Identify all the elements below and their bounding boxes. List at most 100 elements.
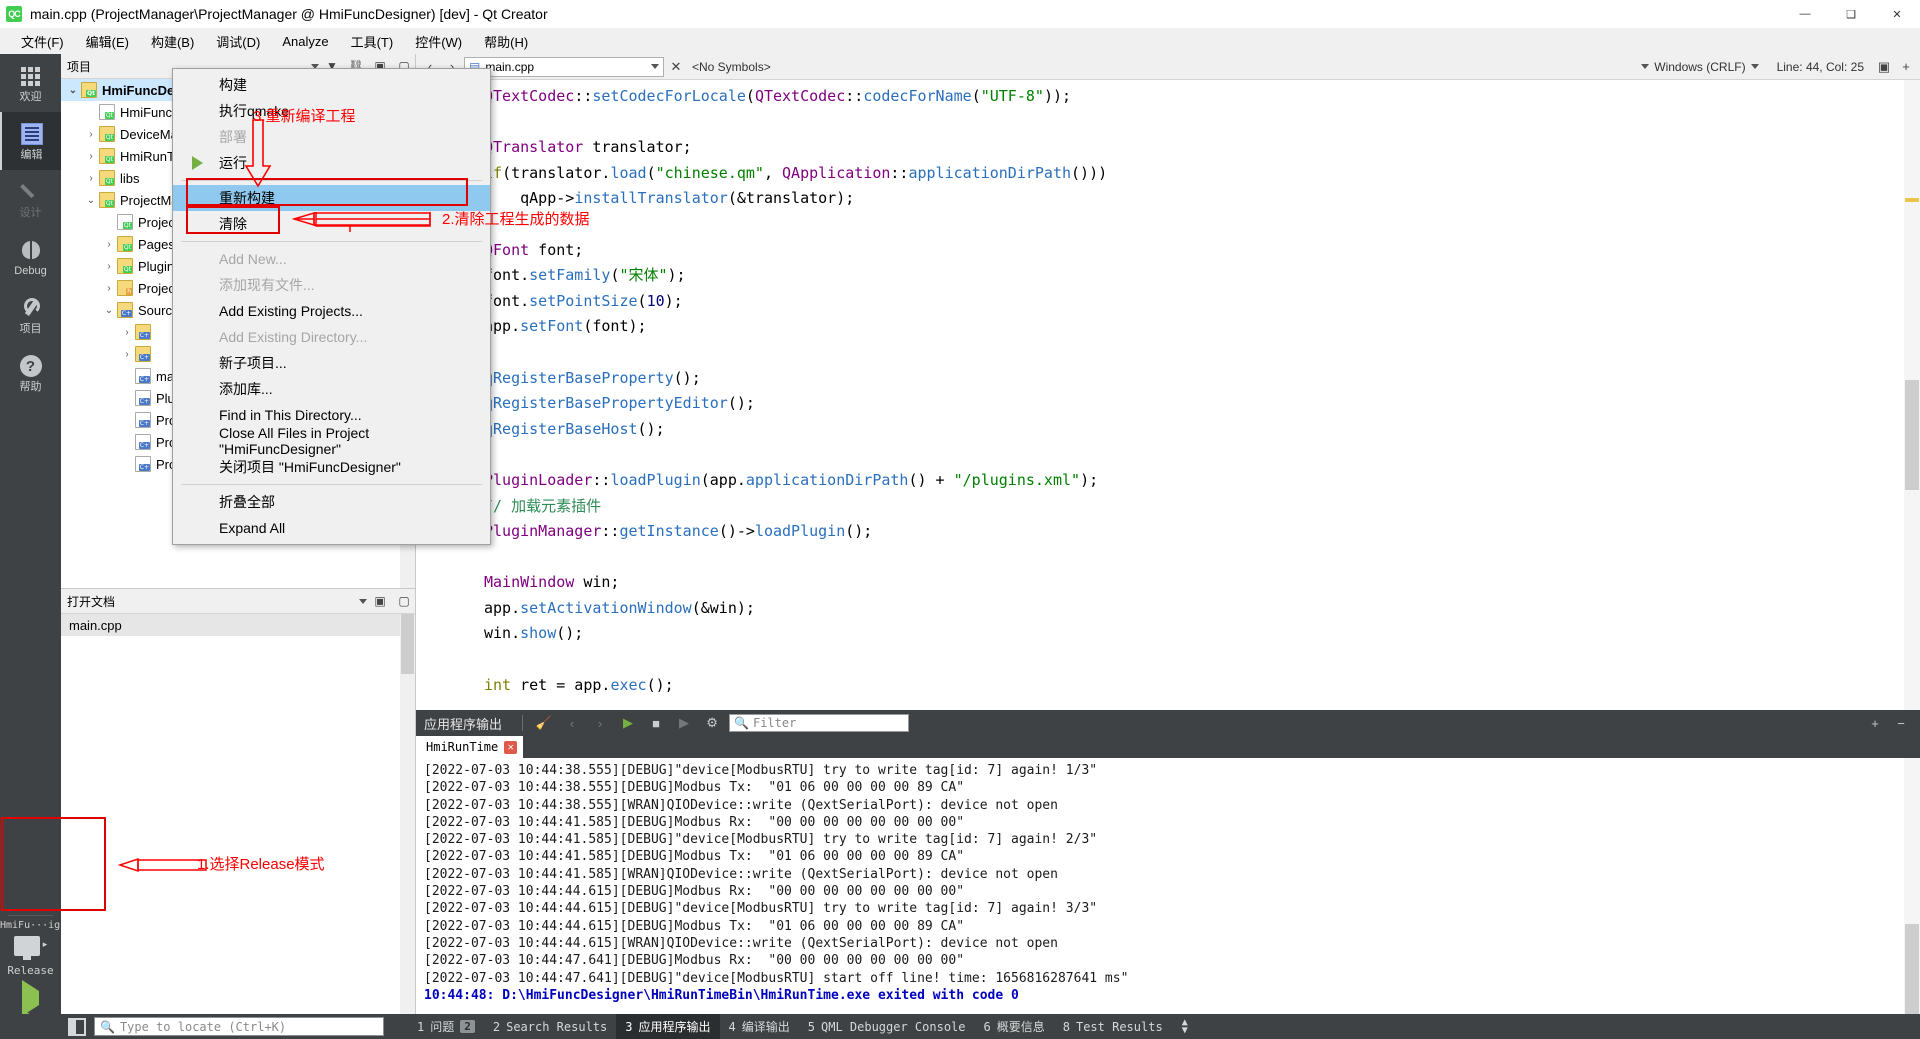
mode-design-label: 设计 [19, 207, 42, 219]
scrollbar-thumb[interactable] [1905, 380, 1919, 490]
open-documents-vscrollbar[interactable] [400, 614, 415, 1015]
stop-icon[interactable]: ■ [645, 712, 667, 734]
minimize-button[interactable]: — [1782, 0, 1828, 28]
code-token: loadPlugin [610, 470, 701, 489]
code-line: font.setFamily("宋体"); [484, 263, 1900, 289]
status-pane-button[interactable]: 8 Test Results [1054, 1016, 1172, 1038]
code-token: (font); [583, 317, 647, 336]
menu-7[interactable]: 控件(W) [404, 28, 473, 55]
context-menu-item[interactable]: Expand All [173, 515, 490, 541]
context-menu-item[interactable]: 关闭项目 "HmiFuncDesigner" [173, 454, 490, 480]
context-menu-item[interactable]: Close All Files in Project "HmiFuncDesig… [173, 425, 490, 457]
prev-icon[interactable]: ‹ [561, 712, 583, 734]
minimize-output-button[interactable]: − [1890, 712, 1912, 734]
line-ending-combo[interactable]: Windows (CRLF) [1633, 60, 1766, 74]
menu-6[interactable]: 工具(T) [340, 28, 405, 55]
open-document-label: main.cpp [69, 617, 122, 633]
line-column-indicator[interactable]: Line: 44, Col: 25 [1769, 60, 1872, 74]
editor-vscrollbar[interactable] [1904, 80, 1920, 710]
menu-2[interactable]: 编辑(E) [75, 28, 140, 55]
status-pane-button[interactable]: 6 概要信息 [975, 1014, 1054, 1039]
chevron-down-icon[interactable] [359, 598, 367, 604]
mode-debug[interactable]: Debug [0, 228, 61, 286]
context-menu-item-label: Add Existing Directory... [219, 329, 368, 345]
status-pane-button[interactable]: 5 QML Debugger Console [799, 1016, 975, 1038]
open-documents-list[interactable]: main.cpp [61, 614, 401, 636]
run-icon[interactable]: ▶ [617, 712, 639, 734]
mode-design[interactable]: 设计 [0, 170, 61, 228]
context-menu-item[interactable]: Add Existing Projects... [173, 298, 490, 324]
code-line: if(translator.load("chinese.qm", QApplic… [484, 161, 1900, 187]
split-icon[interactable]: ▣ [369, 591, 391, 612]
maximize-output-button[interactable]: + [1864, 712, 1886, 734]
chevron-down-icon[interactable]: ⌄ [83, 195, 99, 206]
chevron-right-icon[interactable]: › [101, 283, 117, 294]
folder-icon: Qt [99, 192, 115, 208]
project-context-menu[interactable]: 构建 执行qmake 部署 运行 重新构建 清除 Add New... 添加现有文件... Ad… [172, 68, 491, 545]
menu-8[interactable]: 帮助(H) [473, 28, 539, 55]
context-menu-item[interactable]: 添加库... [173, 376, 490, 402]
code-token: ); [667, 266, 686, 285]
kit-target-row[interactable]: ▸ [13, 931, 47, 960]
output-log-line: [2022-07-03 10:44:47.641][DEBUG]"device[… [424, 970, 1129, 986]
mode-edit[interactable]: 编辑 [0, 112, 61, 170]
scrollbar-thumb[interactable] [401, 614, 414, 674]
symbol-combo[interactable]: <No Symbols> [688, 56, 1632, 77]
code-editor[interactable]: 474849505152535455 QTextCodec::setCodecF… [416, 80, 1920, 710]
chevron-right-icon[interactable]: › [83, 173, 99, 184]
maximize-button[interactable]: ❑ [1828, 0, 1874, 28]
status-pane-button[interactable]: 1 问题 2 [408, 1014, 484, 1039]
output-log-line: [2022-07-03 10:44:41.585][WRAN]QIODevice… [424, 866, 1058, 882]
chevron-right-icon[interactable]: › [119, 349, 135, 360]
output-log[interactable]: [2022-07-03 10:44:38.555][DEBUG]"device[… [416, 758, 1920, 1014]
close-icon[interactable]: ▢ [393, 591, 415, 612]
context-menu-item[interactable]: 折叠全部 [173, 489, 490, 515]
context-menu-item-label: 新子项目... [219, 355, 287, 371]
status-pane-button[interactable]: 3 应用程序输出 [616, 1014, 720, 1039]
scrollbar-thumb[interactable] [1905, 924, 1919, 1014]
clear-icon[interactable]: 🧹 [533, 712, 555, 734]
menu-5[interactable]: Analyze [271, 30, 339, 53]
chevron-down-icon[interactable]: ⌄ [65, 85, 81, 96]
context-menu-item[interactable]: 新子项目... [173, 350, 490, 376]
output-pane-updown-icon[interactable]: ▲ ▼ [1182, 1017, 1188, 1035]
chevron-down-icon[interactable] [1641, 64, 1650, 69]
chevron-down-icon[interactable]: ⌄ [101, 305, 117, 316]
locator-input[interactable]: 🔍 Type to locate (Ctrl+K) [94, 1017, 384, 1036]
search-icon: 🔍 [100, 1019, 115, 1034]
output-filter-box[interactable]: 🔍 Filter [729, 714, 910, 732]
chevron-down-icon[interactable] [1750, 64, 1759, 69]
chevron-right-icon[interactable]: › [101, 261, 117, 272]
toggle-sidebar-button[interactable] [68, 1017, 86, 1036]
context-menu-item[interactable]: 运行 [173, 150, 490, 176]
close-button[interactable]: ✕ [1874, 0, 1920, 28]
status-pane-button[interactable]: 2 Search Results [484, 1016, 616, 1038]
open-file-combo[interactable]: ▤ main.cpp [464, 56, 664, 77]
output-vscrollbar[interactable] [1904, 758, 1920, 1014]
chevron-right-icon[interactable]: › [101, 239, 117, 250]
run-button[interactable] [22, 980, 39, 1016]
gear-icon[interactable]: ⚙ [701, 712, 723, 734]
output-tab-hmiruntime[interactable]: HmiRunTime ✕ [416, 736, 524, 758]
menu-3[interactable]: 构建(B) [140, 28, 205, 55]
chevron-down-icon[interactable] [651, 64, 659, 69]
chevron-right-icon[interactable]: › [83, 151, 99, 162]
debug-icon[interactable]: ▶ [673, 712, 695, 734]
mode-help[interactable]: ? 帮助 [0, 344, 61, 402]
mode-welcome[interactable]: 欢迎 [0, 54, 61, 112]
menu-4[interactable]: 调试(D) [205, 28, 271, 55]
chevron-right-icon[interactable]: › [119, 327, 135, 338]
next-icon[interactable]: › [589, 712, 611, 734]
code-text-area[interactable]: QTextCodec::setCodecForLocale(QTextCodec… [484, 84, 1900, 710]
status-pane-button[interactable]: 4 编译输出 [720, 1014, 799, 1039]
split-editor-button[interactable]: ▣ [1874, 56, 1894, 78]
code-token: setCodecForLocale [592, 87, 746, 105]
close-icon[interactable]: ✕ [504, 740, 518, 754]
menu-1[interactable]: 文件(F) [10, 28, 75, 55]
chevron-right-icon[interactable]: › [83, 129, 99, 140]
mode-projects[interactable]: 项目 [0, 286, 61, 344]
open-document-item[interactable]: main.cpp [61, 614, 401, 636]
close-document-button[interactable]: ✕ [666, 56, 686, 78]
add-split-button[interactable]: + [1896, 56, 1916, 78]
context-menu-item[interactable]: 构建 [173, 72, 490, 98]
